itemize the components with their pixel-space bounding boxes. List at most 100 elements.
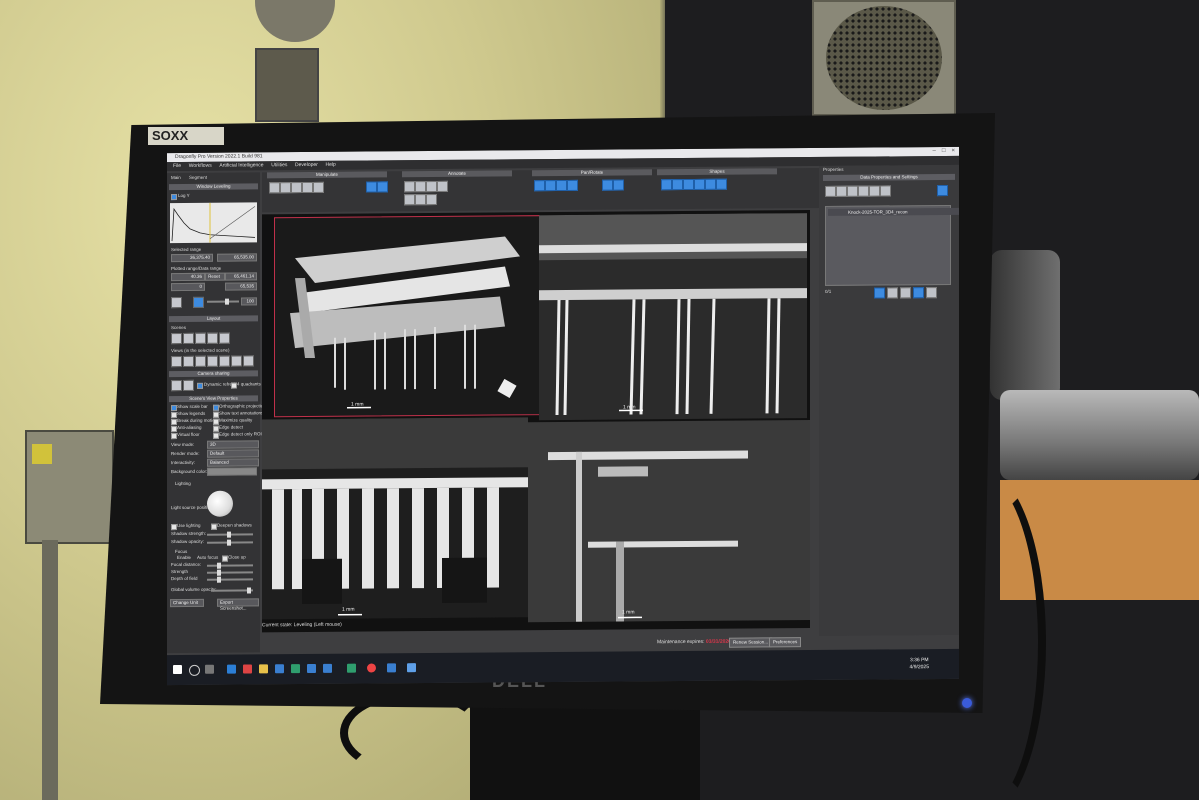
panel-action-button[interactable] <box>926 287 937 299</box>
preferences-button[interactable]: Preferences <box>769 637 802 648</box>
tab-segment[interactable]: Segment <box>189 175 207 180</box>
pan-button[interactable] <box>556 179 567 192</box>
panel-tool-button[interactable] <box>836 185 847 197</box>
tool-button[interactable] <box>302 181 313 194</box>
rotate-button[interactable] <box>602 179 613 191</box>
menu-help[interactable]: Help <box>326 161 336 170</box>
annotate-button[interactable] <box>426 193 437 206</box>
log-y-checkbox[interactable] <box>171 194 177 201</box>
scene-button[interactable] <box>219 332 230 344</box>
tool-button[interactable] <box>313 181 324 193</box>
panel-action-button[interactable] <box>874 287 885 299</box>
tool-button[interactable] <box>280 182 291 194</box>
shape-button[interactable] <box>705 178 716 190</box>
tool-button[interactable] <box>269 182 280 194</box>
selected-max-field[interactable]: 65,535.00 <box>217 253 257 262</box>
lighting-header[interactable]: Lighting <box>175 481 191 486</box>
view-layout-button[interactable] <box>243 355 254 367</box>
app-icon[interactable] <box>243 664 252 674</box>
view-layout-button[interactable] <box>195 355 206 367</box>
strength-slider[interactable] <box>207 569 253 576</box>
data-list-item[interactable]: Knock-2025-TOR_3D4_recon <box>828 207 959 216</box>
data-list[interactable]: Knock-2025-TOR_3D4_recon <box>825 204 959 286</box>
tab-main[interactable]: Main <box>171 175 181 180</box>
reset-button[interactable]: Reset <box>205 272 225 281</box>
annotate-button[interactable] <box>415 194 426 206</box>
app-icon[interactable] <box>387 663 396 673</box>
shape-button[interactable] <box>694 178 705 190</box>
lut-button[interactable] <box>171 296 182 309</box>
panel-action-button[interactable] <box>887 287 898 299</box>
interactivity-select[interactable]: Balanced <box>207 458 259 467</box>
global-opacity-slider[interactable] <box>211 587 253 594</box>
focus-header[interactable]: Focus <box>175 549 187 554</box>
shape-button[interactable] <box>672 179 683 191</box>
panel-tool-button[interactable] <box>880 185 891 197</box>
menu-file[interactable]: File <box>173 162 181 171</box>
annotate-button[interactable] <box>426 180 437 193</box>
app-icon[interactable] <box>347 663 356 673</box>
window-controls[interactable]: –□× <box>933 147 959 156</box>
dynamic-refresh-checkbox[interactable] <box>197 382 203 389</box>
selected-min-field[interactable]: 36,375.40 <box>171 253 213 263</box>
menu-workflows[interactable]: Workflows <box>189 162 212 171</box>
view-3d[interactable]: 1 mm <box>274 215 540 418</box>
window-leveling-header[interactable]: Window Leveling <box>169 183 258 191</box>
view-layout-button[interactable] <box>219 355 230 367</box>
zoom-tool-button[interactable] <box>366 181 377 193</box>
app-icon[interactable] <box>291 664 300 674</box>
view-slice-xy[interactable]: 1 mm <box>262 417 528 620</box>
view-layout-button[interactable] <box>231 355 242 367</box>
view-slice-xz[interactable]: 1 mm <box>539 213 807 421</box>
menu-ai[interactable]: Artificial Intelligence <box>219 161 263 170</box>
plotted-max-field[interactable]: 65,461.14 <box>225 272 257 281</box>
scene-button[interactable] <box>207 332 218 344</box>
task-view-icon[interactable] <box>205 664 214 674</box>
panel-tool-button[interactable] <box>825 185 836 197</box>
export-screenshot-button[interactable]: Export Screenshot... <box>217 598 259 611</box>
annotate-button[interactable] <box>404 194 415 206</box>
camera-button[interactable] <box>183 379 194 391</box>
shape-button[interactable] <box>716 178 727 190</box>
scene-button[interactable] <box>195 332 206 344</box>
view-layout-button[interactable] <box>207 355 218 367</box>
camera-sharing-header[interactable]: Camera sharing <box>169 370 258 378</box>
opacity-slider[interactable] <box>207 298 239 305</box>
panel-tool-button[interactable] <box>847 185 858 197</box>
view-layout-button[interactable] <box>171 355 182 368</box>
background-color-swatch[interactable] <box>207 467 257 476</box>
panel-tool-button[interactable] <box>937 184 948 197</box>
app-icon[interactable] <box>307 663 316 674</box>
menu-utilities[interactable]: Utilities <box>271 161 287 170</box>
panel-action-button[interactable] <box>900 287 911 299</box>
view-slice-yz[interactable]: 1 mm <box>528 420 810 623</box>
scene-button[interactable] <box>183 332 194 344</box>
render-mode-select[interactable]: Default <box>207 449 259 458</box>
rotate-button[interactable] <box>613 179 624 191</box>
pan-button[interactable] <box>534 180 545 192</box>
scene-button[interactable] <box>171 332 182 345</box>
view-layout-button[interactable] <box>183 355 194 367</box>
depth-of-field-slider[interactable] <box>207 576 253 583</box>
annotate-button[interactable] <box>404 181 415 193</box>
change-unit-button[interactable]: Change Unit <box>170 598 204 608</box>
app-icon[interactable] <box>275 664 284 674</box>
panel-tool-button[interactable] <box>869 185 880 197</box>
menu-developer[interactable]: Developer <box>295 161 318 170</box>
chrome-icon[interactable] <box>367 663 376 673</box>
start-icon[interactable] <box>173 664 182 675</box>
app-icon[interactable] <box>323 663 332 673</box>
layout-header[interactable]: Layout <box>169 315 258 323</box>
data-properties-header[interactable]: Data Properties and Settings <box>823 173 955 181</box>
power-led[interactable] <box>962 698 972 708</box>
shape-button[interactable] <box>661 179 672 191</box>
folder-icon[interactable] <box>259 664 268 674</box>
scene-view-props-header[interactable]: Scene's View Properties <box>169 395 258 403</box>
camera-button[interactable] <box>171 379 182 392</box>
viewport-area[interactable]: 1 mm 1 mm 1 mm 1 mm <box>262 210 810 633</box>
shape-button[interactable] <box>683 178 694 191</box>
annotate-button[interactable] <box>415 181 426 193</box>
rotate-tool-button[interactable] <box>377 181 388 193</box>
panel-tool-button[interactable] <box>858 185 869 197</box>
tool-button[interactable] <box>291 182 302 194</box>
